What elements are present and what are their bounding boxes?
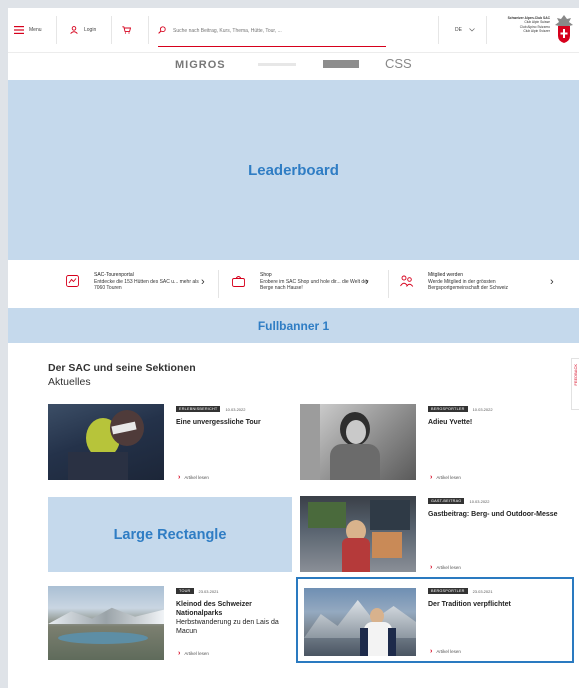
top-navigation: Menu Login DE Schweizer Alpen-Club SAC C… <box>8 8 579 53</box>
language-select[interactable]: DE <box>455 8 475 52</box>
cart-button[interactable] <box>122 8 131 52</box>
read-more-label: Artikel lesen <box>436 565 461 570</box>
menu-label: Menu <box>29 27 42 33</box>
read-more-label: Artikel lesen <box>184 475 209 480</box>
nav-divider <box>56 16 57 44</box>
fullbanner-label: Fullbanner 1 <box>257 318 330 333</box>
sponsor-css[interactable]: CSS <box>385 56 412 71</box>
hamburger-icon <box>14 26 24 34</box>
chevron-down-icon <box>469 28 475 32</box>
sponsor-logo-placeholder[interactable] <box>323 60 359 68</box>
browser-viewport: Menu Login DE Schweizer Alpen-Club SAC C… <box>8 8 579 688</box>
article-image <box>300 404 416 480</box>
quick-link-text: Entdecke die 153 Hütten des SAC u... meh… <box>94 278 199 292</box>
map-icon <box>66 275 79 287</box>
feedback-tab[interactable]: FEEDBACK <box>571 358 579 410</box>
article-title: Kleinod des Schweizer Nationalparks <box>176 601 252 617</box>
article-teaser: Herbstwanderung zu den Lais da Macun <box>176 619 279 635</box>
fullbanner-ad[interactable]: Fullbanner 1 <box>8 308 579 343</box>
read-more-label: Artikel lesen <box>184 651 209 656</box>
article-read-more-link[interactable]: › Artikel lesen <box>430 474 461 481</box>
quick-link-tourenportal[interactable]: SAC-Tourenportal Entdecke die 153 Hütten … <box>56 264 216 302</box>
quick-link-text: Erobere im SAC Shop und hole dir... die … <box>260 278 369 292</box>
nav-divider <box>438 16 439 44</box>
leaderboard-label: Leaderboard <box>248 161 339 179</box>
arrow-right-icon: › <box>430 474 433 481</box>
quick-link-mitglied[interactable]: Mitglied werden Werde Mitglied in der grö… <box>390 264 561 302</box>
club-wordmark[interactable]: Schweizer Alpen-Club SAC Club Alpin Suis… <box>494 16 550 44</box>
quick-link-divider <box>388 270 389 298</box>
chevron-right-icon: › <box>365 276 369 288</box>
article-date: 10.03.2022 <box>469 498 490 504</box>
article-card[interactable]: ERLEBNISBERICHT 10.03.2022 Eine unvergess… <box>48 404 294 484</box>
article-badge: ERLEBNISBERICHT <box>176 406 221 412</box>
article-badge: GAST-BEITRAG <box>428 498 465 504</box>
user-icon <box>70 26 78 34</box>
sponsor-bar: MIGROS CSS <box>8 53 579 79</box>
section-title: Der SAC und seine Sektionen <box>48 362 196 374</box>
login-button[interactable]: Login <box>70 8 96 52</box>
quick-link-divider <box>218 270 219 298</box>
article-card[interactable]: TOUR 23.03.2021 Kleinod des Schweizer Nat… <box>48 586 294 666</box>
selection-highlight <box>296 577 574 663</box>
read-more-label: Artikel lesen <box>436 475 461 480</box>
article-card[interactable]: GAST-BEITRAG 10.03.2022 Gastbeitrag: Berg… <box>300 496 570 576</box>
article-date: 10.03.2022 <box>472 406 493 412</box>
article-date: 10.03.2022 <box>225 406 246 412</box>
cart-icon <box>122 26 131 34</box>
menu-button[interactable]: Menu <box>14 8 42 52</box>
arrow-right-icon: › <box>430 564 433 571</box>
arrow-right-icon: › <box>178 474 181 481</box>
article-title: Adieu Yvette! <box>428 419 473 426</box>
article-title: Eine unvergessliche Tour <box>176 419 261 426</box>
quick-link-text: Werde Mitglied in der grössten Bergsport… <box>428 278 509 292</box>
article-image <box>48 586 164 660</box>
login-label: Login <box>84 27 97 33</box>
quick-links: SAC-Tourenportal Entdecke die 153 Hütten … <box>56 264 561 302</box>
leaderboard-ad[interactable]: Leaderboard <box>8 80 579 260</box>
chevron-right-icon: › <box>550 276 554 288</box>
chevron-right-icon: › <box>201 276 205 288</box>
members-icon <box>400 275 414 287</box>
club-name-line-3: Club Alpin Svizzer <box>523 28 550 33</box>
article-title: Gastbeitrag: Berg- und Outdoor-Messe <box>428 511 558 518</box>
article-card[interactable]: BERGSPORTLER 10.03.2022 Adieu Yvette! › Ar… <box>300 404 570 484</box>
nav-divider <box>111 16 112 44</box>
quick-link-shop[interactable]: Shop Erobere im SAC Shop und hole dir... … <box>222 264 388 302</box>
search-icon <box>158 26 166 34</box>
article-image <box>300 496 416 572</box>
article-date: 23.03.2021 <box>198 588 219 594</box>
nav-divider <box>486 16 487 44</box>
sponsor-migros[interactable]: MIGROS <box>175 59 226 71</box>
page: Menu Login DE Schweizer Alpen-Club SAC C… <box>0 0 579 688</box>
language-value: DE <box>455 27 462 33</box>
basket-icon <box>232 276 245 287</box>
large-rectangle-ad[interactable]: Large Rectangle <box>48 497 292 572</box>
article-read-more-link[interactable]: › Artikel lesen <box>430 564 461 571</box>
sponsor-logo-placeholder[interactable] <box>258 63 296 66</box>
search-underline <box>158 46 386 47</box>
article-badge: TOUR <box>176 588 194 594</box>
sac-logo-icon <box>555 15 573 43</box>
article-read-more-link[interactable]: › Artikel lesen <box>178 474 209 481</box>
article-read-more-link[interactable]: › Artikel lesen <box>178 650 209 657</box>
article-badge: BERGSPORTLER <box>428 406 468 412</box>
section-subtitle: Aktuelles <box>48 376 91 388</box>
arrow-right-icon: › <box>178 650 181 657</box>
nav-divider <box>148 16 149 44</box>
feedback-label: FEEDBACK <box>573 364 578 386</box>
search-input[interactable] <box>173 26 443 36</box>
large-rectangle-label: Large Rectangle <box>113 526 227 543</box>
article-image <box>48 404 164 480</box>
